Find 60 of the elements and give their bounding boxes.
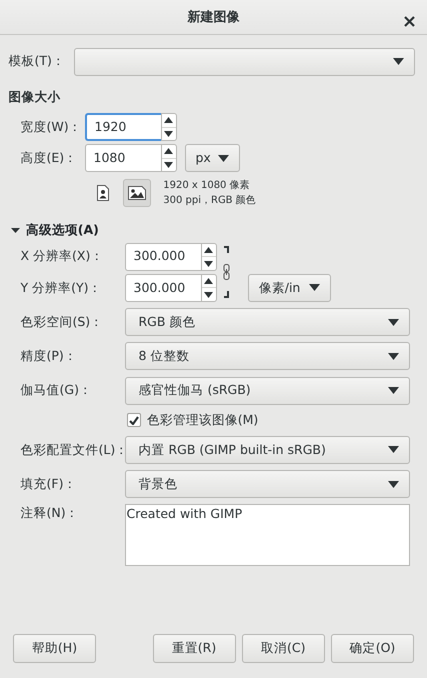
close-icon [404,16,415,28]
dropdown[interactable]: 内置 RGB (GIMP built-in sRGB) [124,436,410,464]
bracket-icon [224,246,229,253]
dialog-button[interactable]: 取消(C) [242,634,325,663]
caret-icon [308,284,320,292]
chain-toggle[interactable] [222,246,230,298]
check-icon [128,416,138,425]
landscape-icon [128,186,146,200]
dialog-button[interactable]: 帮助(H) [13,634,96,663]
width-field[interactable]: 1920 [84,113,160,141]
arrow-up-icon [164,148,173,154]
expander-icon [10,226,20,235]
dropdown[interactable]: 感官性伽马 (sRGB) [124,376,410,405]
landscape-button[interactable] [122,179,151,208]
checkbox-label: 色彩管理该图像(M) [146,410,258,429]
portrait-icon [96,185,108,202]
dropdown[interactable]: 背景色 [124,470,410,498]
y-resolution-label: Y 分辨率(Y)： [20,278,102,296]
bracket-icon [224,290,229,298]
checkbox[interactable] [126,413,140,428]
dialog-button[interactable]: 重置(R) [152,634,236,663]
width-label: 宽度(W)： [20,118,83,136]
comment-label: 注释(N)： [20,504,80,522]
caret-icon [388,352,398,360]
arrow-down-icon [204,260,213,266]
comment-field[interactable]: Created with GIMP [124,504,410,566]
caret-icon [388,387,398,394]
resolution-unit-dropdown[interactable]: 像素/in [248,274,331,302]
field-label: 伽马值(G)： [20,381,93,400]
height-field[interactable]: 1080 [84,144,160,172]
chain-icon [222,264,230,280]
image-info-text: 300 ppi，RGB 颜色 [163,194,256,208]
caret-icon [388,480,398,488]
caret-icon [388,446,398,454]
caret-icon [388,318,398,326]
dialog-button[interactable]: 确定(O) [331,634,414,663]
arrow-down-icon [164,162,173,168]
caret-icon [392,58,404,65]
caret-icon [218,154,228,162]
y-resolution-field[interactable]: 300.000 [124,274,200,302]
x-resolution-label: X 分辨率(X)： [20,247,104,266]
field-label: 填充(F)： [20,474,78,493]
arrow-up-icon [204,278,213,284]
dropdown[interactable]: RGB 颜色 [124,308,410,336]
arrow-up-icon [164,117,173,124]
field-label: 精度(P)： [20,347,78,365]
unit-dropdown[interactable]: px [184,144,240,172]
dropdown[interactable]: 8 位整数 [124,342,410,370]
arrow-down-icon [164,130,173,137]
height-label: 高度(E)： [20,148,78,167]
field-label: 色彩空间(S)： [20,312,104,331]
image-info-text: 1920 x 1080 像素 [163,178,251,194]
section-heading: 图像大小 [8,88,62,106]
advanced-expander[interactable]: 高级选项(A) [10,220,99,240]
arrow-down-icon [204,292,213,298]
x-resolution-field[interactable]: 300.000 [124,242,200,271]
arrow-up-icon [204,247,213,253]
window-title: 新建图像 [188,8,240,27]
template-label: 模板(T)： [8,52,66,70]
field-label: 色彩配置文件(L)： [20,440,124,458]
